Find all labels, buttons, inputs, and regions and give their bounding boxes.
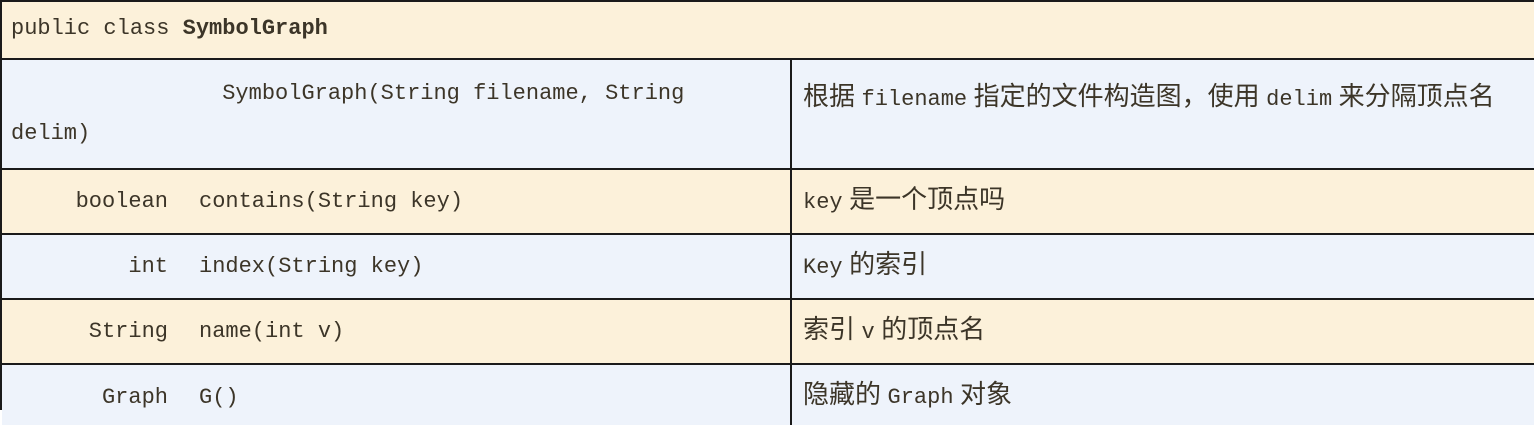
desc-text: 来分隔顶点名 <box>1332 82 1495 111</box>
table-row-name: String name(int v) 索引 v 的顶点名 <box>2 300 1534 365</box>
method-description: 索引 v 的顶点名 <box>803 315 985 348</box>
description-cell: key 是一个顶点吗 <box>792 170 1534 233</box>
api-table: public class SymbolGraph SymbolGraph(Str… <box>0 0 1534 425</box>
table-row-index: int index(String key) Key 的索引 <box>2 235 1534 300</box>
desc-text: 对象 <box>953 380 1013 409</box>
signature-cell: Graph G() <box>2 365 792 425</box>
signature-cell: boolean contains(String key) <box>2 170 792 233</box>
table-row-constructor: SymbolGraph(String filename, String deli… <box>2 60 1534 170</box>
signature-cell: SymbolGraph(String filename, String deli… <box>2 60 792 168</box>
return-type: int <box>128 254 168 279</box>
desc-text: 的索引 <box>842 250 928 279</box>
desc-code: Key <box>803 255 843 280</box>
desc-code: v <box>861 320 875 345</box>
desc-code: Graph <box>887 385 954 410</box>
desc-code: delim <box>1266 87 1333 112</box>
method-description: Key 的索引 <box>803 250 927 283</box>
signature-cell: int index(String key) <box>2 235 792 298</box>
desc-text: 隐藏的 <box>803 380 888 409</box>
method-signature: G() <box>199 385 239 410</box>
desc-text: 指定的文件构造图，使用 <box>967 82 1267 111</box>
description-cell: 根据 filename 指定的文件构造图，使用 delim 来分隔顶点名 <box>792 60 1534 168</box>
method-description: 隐藏的 Graph 对象 <box>803 380 1012 413</box>
method-description: 根据 filename 指定的文件构造图，使用 delim 来分隔顶点名 <box>803 76 1528 121</box>
signature-cell: String name(int v) <box>2 300 792 363</box>
method-signature: name(int v) <box>199 319 345 344</box>
description-cell: 隐藏的 Graph 对象 <box>792 365 1534 425</box>
table-row-graph: Graph G() 隐藏的 Graph 对象 <box>2 365 1534 425</box>
method-signature: SymbolGraph(String filename, String deli… <box>11 74 771 154</box>
desc-text: 是一个顶点吗 <box>842 185 1006 214</box>
desc-text: 索引 <box>803 315 862 344</box>
desc-code: key <box>803 190 843 215</box>
class-declaration-prefix: public class <box>11 16 183 41</box>
class-declaration: public class SymbolGraph <box>11 14 328 44</box>
description-cell: Key 的索引 <box>792 235 1534 298</box>
method-signature: index(String key) <box>199 254 424 279</box>
method-signature: contains(String key) <box>199 189 464 214</box>
description-cell: 索引 v 的顶点名 <box>792 300 1534 363</box>
return-type: String <box>88 319 168 344</box>
class-name: SymbolGraph <box>182 16 328 41</box>
table-header-row: public class SymbolGraph <box>2 2 1534 60</box>
return-type: boolean <box>75 189 168 214</box>
method-description: key 是一个顶点吗 <box>803 185 1005 218</box>
return-type: Graph <box>101 385 168 410</box>
desc-code: filename <box>861 87 968 112</box>
desc-text: 根据 <box>803 82 862 111</box>
table-row-contains: boolean contains(String key) key 是一个顶点吗 <box>2 170 1534 235</box>
desc-text: 的顶点名 <box>874 315 986 344</box>
